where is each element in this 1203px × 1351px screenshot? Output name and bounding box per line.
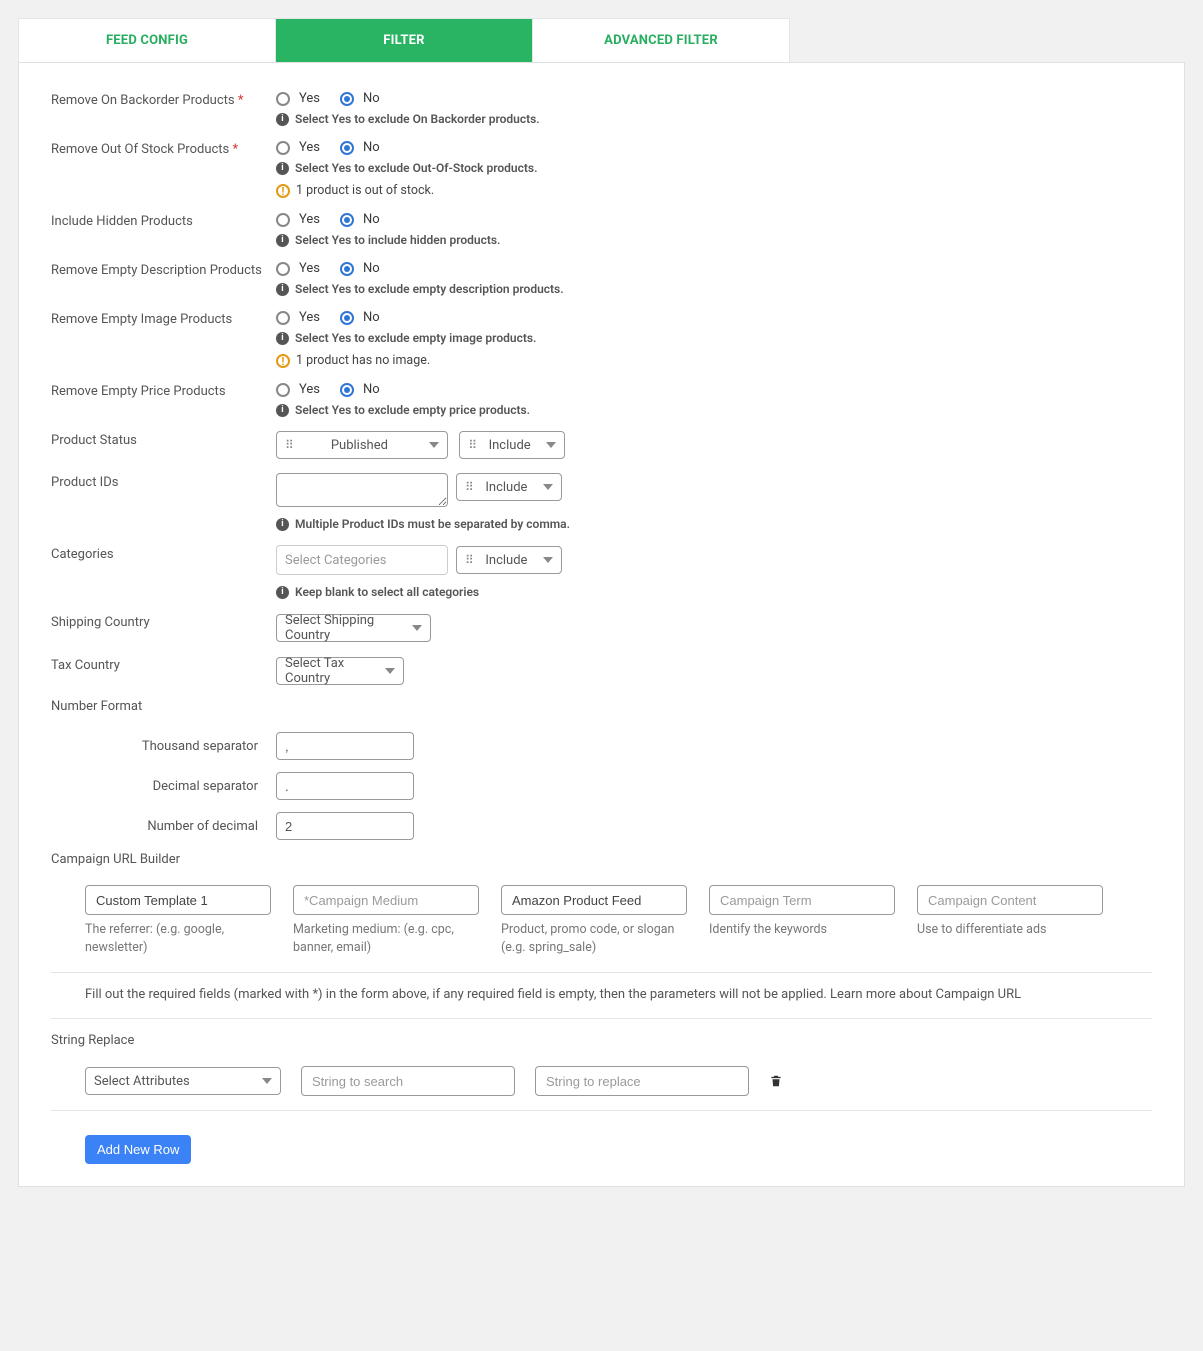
chevron-down-icon xyxy=(412,625,422,631)
label-thousand-sep: Thousand separator xyxy=(51,739,276,754)
radio-remove-image-yes[interactable] xyxy=(276,311,290,325)
info-icon: i xyxy=(276,586,289,599)
warning-icon: ! xyxy=(276,354,290,368)
radio-remove-backorder-yes[interactable] xyxy=(276,92,290,106)
product-ids-input[interactable] xyxy=(276,473,448,507)
radio-remove-desc-no[interactable] xyxy=(340,262,354,276)
label-number-format: Number Format xyxy=(51,699,1152,714)
campaign-name-input[interactable] xyxy=(501,885,687,915)
info-icon: i xyxy=(276,518,289,531)
info-icon: i xyxy=(276,404,289,417)
delete-row-button[interactable] xyxy=(769,1073,783,1089)
label-product-ids: Product IDs xyxy=(51,473,276,490)
tax-country-select[interactable]: Select Tax Country xyxy=(276,657,404,685)
campaign-note: Fill out the required fields (marked wit… xyxy=(85,987,1152,1002)
radio-remove-price-yes[interactable] xyxy=(276,383,290,397)
string-search-input[interactable] xyxy=(301,1066,515,1096)
label-remove-backorder: Remove On Backorder Products * xyxy=(51,91,276,108)
chevron-down-icon xyxy=(429,442,439,448)
campaign-content-input[interactable] xyxy=(917,885,1103,915)
tab-feed-config[interactable]: FEED CONFIG xyxy=(19,19,276,62)
radio-remove-oos-yes[interactable] xyxy=(276,141,290,155)
label-remove-empty-desc: Remove Empty Description Products xyxy=(51,261,276,278)
categories-select[interactable]: Select Categories xyxy=(276,545,448,575)
label-campaign-url-builder: Campaign URL Builder xyxy=(51,852,1152,867)
add-new-row-button[interactable]: Add New Row xyxy=(85,1135,191,1164)
label-tax-country: Tax Country xyxy=(51,656,276,673)
campaign-term-input[interactable] xyxy=(709,885,895,915)
info-icon: i xyxy=(276,283,289,296)
label-include-hidden: Include Hidden Products xyxy=(51,212,276,229)
shipping-country-select[interactable]: Select Shipping Country xyxy=(276,614,431,642)
chevron-down-icon xyxy=(543,557,553,563)
label-num-decimal: Number of decimal xyxy=(51,819,276,834)
tab-advanced-filter[interactable]: ADVANCED FILTER xyxy=(533,19,789,62)
label-string-replace: String Replace xyxy=(51,1033,1152,1048)
radio-include-hidden-yes[interactable] xyxy=(276,213,290,227)
product-ids-include-select[interactable]: Include xyxy=(456,473,562,501)
label-categories: Categories xyxy=(51,545,276,562)
product-status-include-select[interactable]: Include xyxy=(459,431,565,459)
info-icon: i xyxy=(276,332,289,345)
campaign-term-help: Identify the keywords xyxy=(709,921,895,939)
label-remove-empty-image: Remove Empty Image Products xyxy=(51,310,276,327)
label-remove-oos: Remove Out Of Stock Products * xyxy=(51,140,276,157)
categories-include-select[interactable]: Include xyxy=(456,546,562,574)
chevron-down-icon xyxy=(262,1078,272,1084)
label-shipping-country: Shipping Country xyxy=(51,613,276,630)
info-icon: i xyxy=(276,162,289,175)
radio-remove-image-no[interactable] xyxy=(340,311,354,325)
trash-icon xyxy=(769,1073,783,1089)
radio-remove-backorder-no[interactable] xyxy=(340,92,354,106)
radio-remove-price-no[interactable] xyxy=(340,383,354,397)
campaign-name-help: Product, promo code, or slogan (e.g. spr… xyxy=(501,921,687,956)
label-remove-empty-price: Remove Empty Price Products xyxy=(51,382,276,399)
radio-include-hidden-no[interactable] xyxy=(340,213,354,227)
thousand-separator-input[interactable] xyxy=(276,732,414,760)
campaign-content-help: Use to differentiate ads xyxy=(917,921,1103,939)
number-decimal-input[interactable] xyxy=(276,812,414,840)
label-decimal-sep: Decimal separator xyxy=(51,779,276,794)
tab-filter[interactable]: FILTER xyxy=(276,19,533,62)
chevron-down-icon xyxy=(385,668,395,674)
chevron-down-icon xyxy=(546,442,556,448)
chevron-down-icon xyxy=(543,484,553,490)
campaign-source-input[interactable] xyxy=(85,885,271,915)
decimal-separator-input[interactable] xyxy=(276,772,414,800)
string-replace-attribute-select[interactable]: Select Attributes xyxy=(85,1067,281,1095)
label-product-status: Product Status xyxy=(51,431,276,448)
info-icon: i xyxy=(276,113,289,126)
filter-panel: Remove On Backorder Products * Yes No iS… xyxy=(18,62,1185,1187)
product-status-select[interactable]: Published xyxy=(276,431,448,459)
campaign-medium-input[interactable] xyxy=(293,885,479,915)
radio-remove-desc-yes[interactable] xyxy=(276,262,290,276)
campaign-source-help: The referrer: (e.g. google, newsletter) xyxy=(85,921,271,956)
radio-remove-oos-no[interactable] xyxy=(340,141,354,155)
info-icon: i xyxy=(276,234,289,247)
warning-icon: ! xyxy=(276,184,290,198)
campaign-medium-help: Marketing medium: (e.g. cpc, banner, ema… xyxy=(293,921,479,956)
string-replace-input[interactable] xyxy=(535,1066,749,1096)
